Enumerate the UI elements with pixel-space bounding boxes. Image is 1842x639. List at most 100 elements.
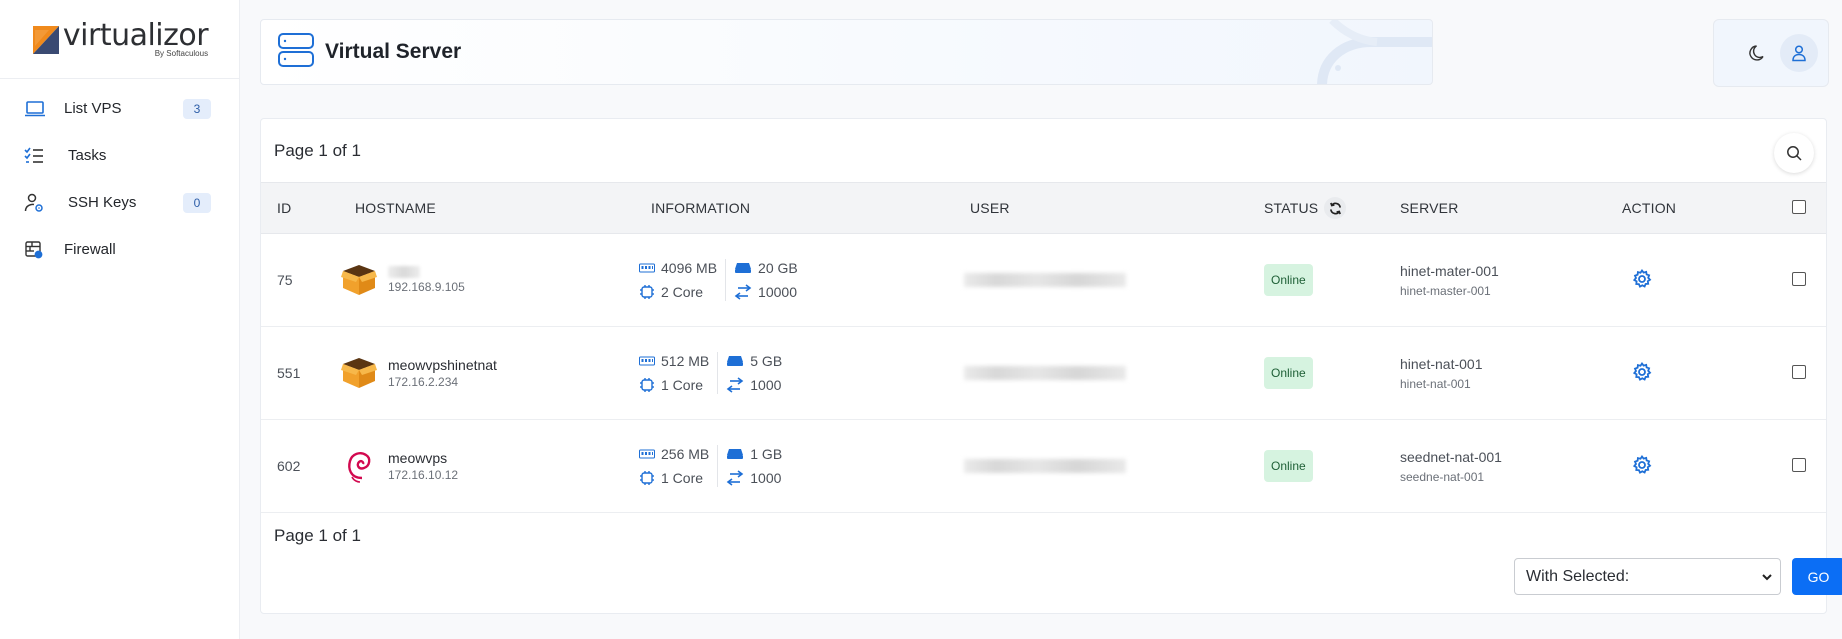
cpu-icon (640, 378, 654, 392)
laptop-icon (24, 96, 50, 122)
vps-cores: 1 Core (661, 470, 704, 486)
sidebar: virtualizor By Softaculous List VPS 3 Ta… (0, 0, 240, 639)
vps-settings-button[interactable] (1632, 361, 1652, 382)
column-header-id[interactable]: ID (261, 200, 339, 216)
vps-bandwidth: 10000 (758, 284, 797, 300)
sidebar-item-tasks[interactable]: Tasks (0, 132, 239, 179)
column-header-action: ACTION (1622, 200, 1677, 216)
column-header-hostname[interactable]: HOSTNAME (339, 200, 635, 216)
vps-hostname[interactable]: meowvps (388, 450, 458, 466)
vps-disk: 5 GB (750, 353, 783, 369)
vps-id: 75 (277, 272, 293, 288)
vps-hostname[interactable]: meowvpshinetnat (388, 357, 497, 373)
vps-server-host: seedne-nat-001 (1400, 469, 1485, 484)
gear-icon (1632, 361, 1652, 381)
sidebar-nav: List VPS 3 Tasks SSH Keys 0 Firewall (0, 85, 239, 273)
refresh-status-button[interactable] (1324, 197, 1347, 219)
vps-hostname[interactable] (388, 266, 465, 278)
column-header-status: STATUS (1264, 197, 1384, 219)
box-icon (339, 260, 379, 300)
cpu-icon (640, 285, 654, 299)
vps-settings-button[interactable] (1632, 268, 1652, 289)
bulk-action-select[interactable]: With Selected: (1514, 558, 1781, 595)
refresh-icon (1329, 202, 1341, 214)
logo-wordmark: virtualizor (62, 17, 209, 53)
status-badge: Online (1264, 264, 1313, 296)
header-actions (1713, 19, 1829, 87)
sidebar-item-list-vps[interactable]: List VPS 3 (0, 85, 239, 132)
sidebar-item-firewall[interactable]: Firewall (0, 226, 239, 273)
vps-ram: 512 MB (661, 353, 710, 369)
sidebar-item-label: SSH Keys (68, 194, 137, 211)
cpu-icon (640, 471, 654, 485)
status-badge: Online (1264, 450, 1313, 482)
vps-server-host: hinet-nat-001 (1400, 376, 1471, 391)
header-watermark-icon (1317, 20, 1432, 84)
row-checkbox[interactable] (1792, 457, 1806, 472)
bandwidth-icon (726, 377, 744, 393)
bulk-go-button[interactable]: GO (1792, 558, 1842, 595)
vps-server-host: hinet-master-001 (1400, 283, 1491, 298)
bulk-action-selected-value: With Selected: (1526, 567, 1630, 585)
ssh-key-count-badge: 0 (183, 192, 211, 213)
search-icon (1787, 146, 1802, 161)
bandwidth-icon (734, 284, 752, 300)
pagination-info-top: Page 1 of 1 (274, 140, 361, 160)
vps-ram: 4096 MB (661, 260, 718, 276)
user-key-icon (24, 190, 50, 216)
vps-list-card: Page 1 of 1 ID HOSTNAME INFORMATION USER… (260, 118, 1842, 614)
vps-disk: 20 GB (758, 260, 798, 276)
ram-icon (639, 263, 655, 273)
bandwidth-icon (726, 470, 744, 486)
column-header-server[interactable]: SERVER (1384, 200, 1606, 216)
moon-icon[interactable] (1748, 43, 1768, 63)
ram-icon (639, 356, 655, 366)
user-avatar-button[interactable] (1780, 34, 1818, 72)
gear-icon (1632, 268, 1652, 288)
column-header-user[interactable]: USER (954, 200, 1264, 216)
vps-disk: 1 GB (750, 446, 783, 462)
vps-cores: 2 Core (661, 284, 704, 300)
vps-user-redacted (964, 366, 1126, 380)
pagination-info-bottom: Page 1 of 1 (274, 526, 361, 545)
table-header: ID HOSTNAME INFORMATION USER STATUS SERV… (261, 182, 1826, 234)
vps-id: 602 (277, 458, 301, 474)
select-all-checkbox[interactable] (1792, 199, 1806, 214)
user-icon (1792, 45, 1806, 62)
firewall-icon (24, 237, 50, 263)
task-list-icon (24, 143, 50, 169)
vps-id: 551 (277, 365, 301, 381)
column-header-information: INFORMATION (651, 200, 751, 216)
table-row: 602 meowvps 172.16.10.12 256 MB 1 Core 1… (261, 420, 1826, 513)
vps-server: seednet-nat-001 (1400, 448, 1502, 465)
status-header-label: STATUS (1264, 200, 1319, 216)
vps-user-redacted (964, 273, 1126, 287)
vps-count-badge: 3 (183, 98, 211, 119)
row-checkbox[interactable] (1792, 271, 1806, 286)
logo-mark-icon (32, 26, 59, 54)
table-row: 551 meowvpshinetnat 172.16.2.234 512 MB … (261, 327, 1826, 420)
virtualizor-logo[interactable]: virtualizor By Softaculous (31, 17, 209, 58)
sidebar-item-label: Tasks (68, 147, 107, 164)
vps-settings-button[interactable] (1632, 454, 1652, 475)
logo-area: virtualizor By Softaculous (0, 0, 239, 79)
disk-icon (735, 263, 752, 273)
chevron-down-icon (1762, 574, 1772, 581)
ram-icon (639, 449, 655, 459)
vps-ram: 256 MB (661, 446, 710, 462)
sidebar-item-ssh-keys[interactable]: SSH Keys 0 (0, 179, 239, 226)
disk-icon (727, 356, 744, 366)
table-row: 75 192.168.9.105 4096 MB 2 Core 20 GB 10… (261, 234, 1826, 327)
vps-ip: 172.16.10.12 (388, 468, 459, 482)
search-button[interactable] (1774, 133, 1814, 173)
status-badge: Online (1264, 357, 1313, 389)
vps-ip: 192.168.9.105 (388, 280, 465, 294)
gear-icon (1632, 454, 1652, 474)
vps-server: hinet-mater-001 (1400, 262, 1499, 279)
vps-cores: 1 Core (661, 377, 704, 393)
debian-icon (339, 446, 379, 486)
vps-ip: 172.16.2.234 (388, 375, 459, 389)
row-checkbox[interactable] (1792, 364, 1806, 379)
disk-icon (727, 449, 744, 459)
vps-bandwidth: 1000 (750, 470, 782, 486)
